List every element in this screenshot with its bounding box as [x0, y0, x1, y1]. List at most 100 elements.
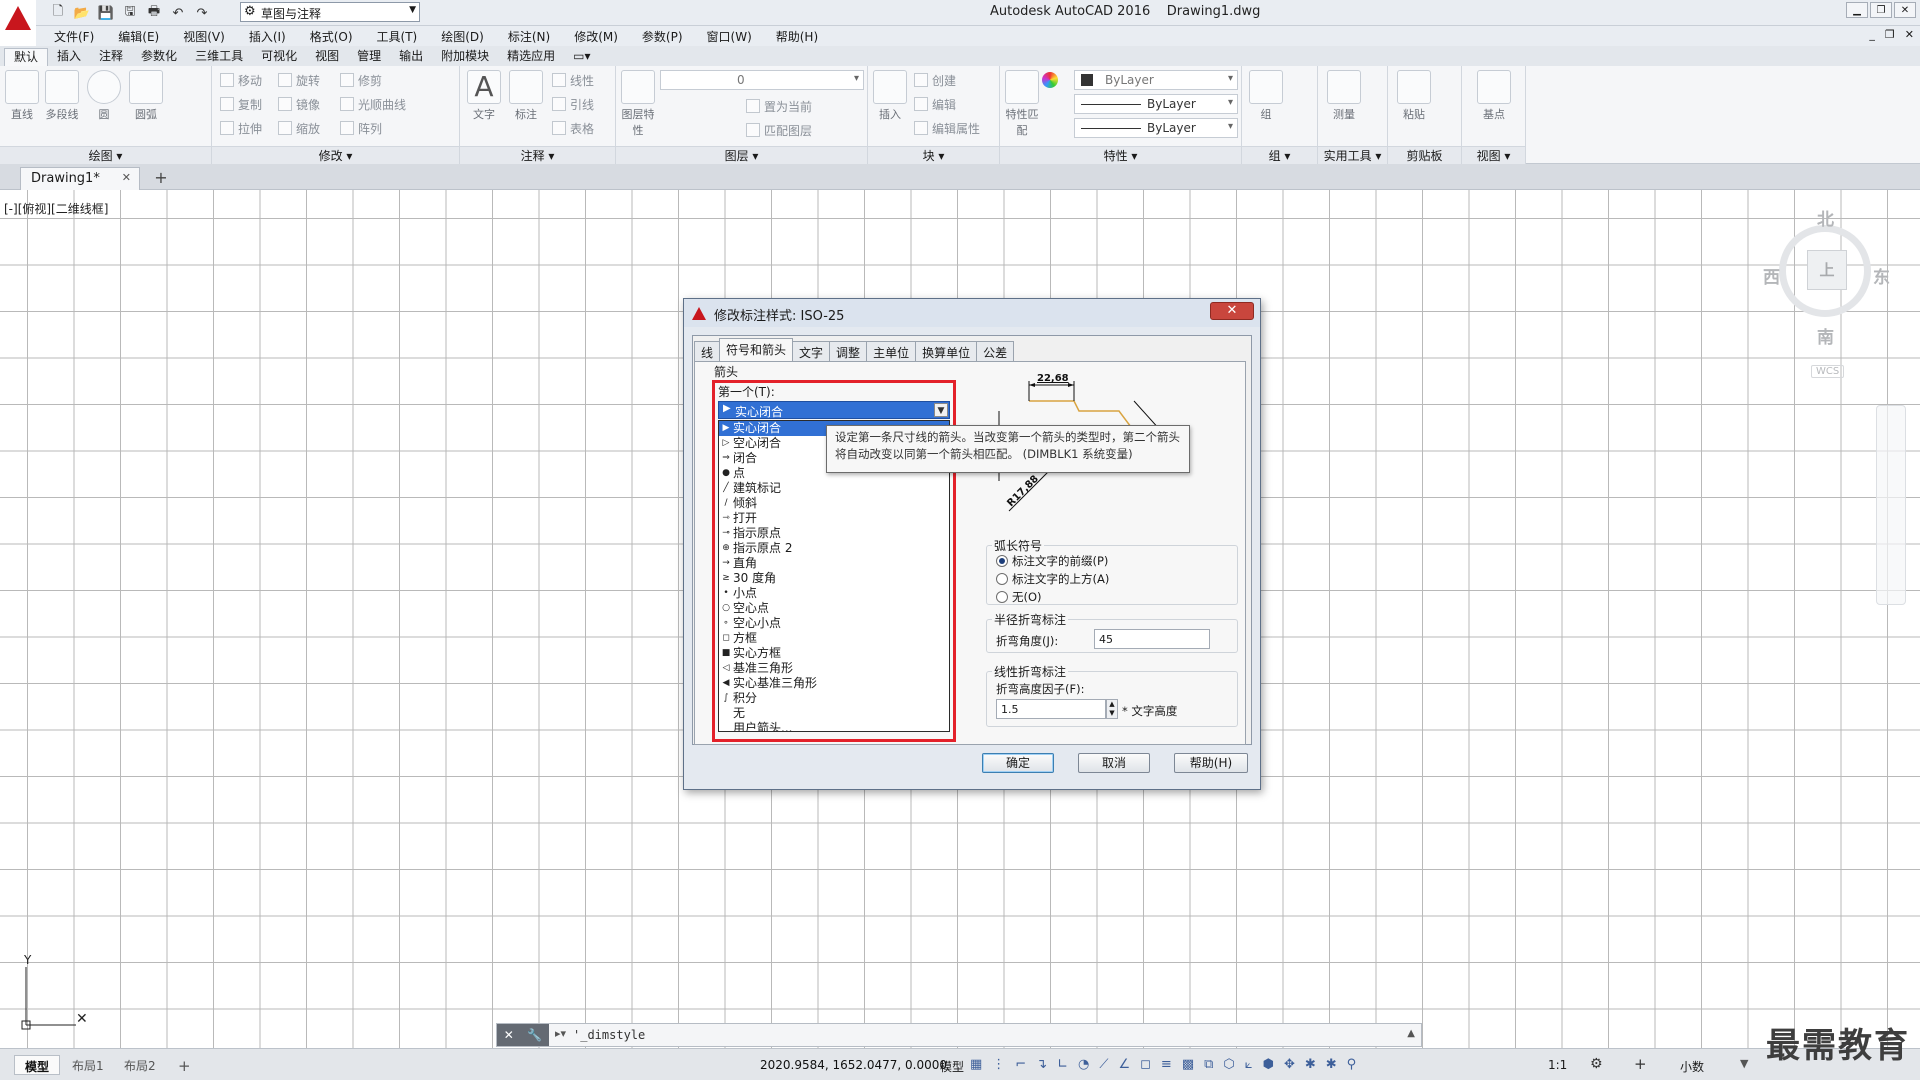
- save-icon[interactable]: 💾: [96, 3, 116, 23]
- chevron-up-icon[interactable]: ▲: [1407, 1028, 1415, 1039]
- dialog-close-button[interactable]: ✕: [1210, 302, 1254, 320]
- object-snap-tracking-icon[interactable]: ∠: [1118, 1057, 1130, 1072]
- close-icon[interactable]: ✕: [122, 171, 131, 184]
- panel-draw-title[interactable]: 绘图 ▾: [0, 146, 211, 164]
- list-item[interactable]: ◻ 方框: [719, 631, 949, 646]
- dynamic-input-icon[interactable]: ↴: [1036, 1057, 1047, 1072]
- list-item[interactable]: ○ 空心点: [719, 601, 949, 616]
- annotation-visibility-icon[interactable]: ✱: [1305, 1057, 1316, 1072]
- list-item[interactable]: ╱ 建筑标记: [719, 481, 949, 496]
- navigation-bar[interactable]: [1876, 405, 1906, 605]
- tab-tolerances[interactable]: 公差: [976, 341, 1015, 361]
- text-button[interactable]: A 文字: [464, 70, 504, 122]
- menu-file[interactable]: 文件(F): [54, 28, 94, 45]
- create-block-button[interactable]: 创建: [914, 72, 956, 89]
- list-item[interactable]: ∫ 积分: [719, 691, 949, 706]
- array-button[interactable]: 阵列: [340, 120, 382, 137]
- print-icon[interactable]: 🖶: [144, 3, 164, 23]
- infer-icon[interactable]: ⌐: [1015, 1057, 1026, 1072]
- list-item[interactable]: / 倾斜: [719, 496, 949, 511]
- table-button[interactable]: 表格: [552, 120, 594, 137]
- scale-button[interactable]: 缩放: [278, 120, 320, 137]
- mirror-button[interactable]: 镜像: [278, 96, 320, 113]
- viewcube-top-face[interactable]: 上: [1807, 250, 1847, 290]
- close-icon[interactable]: ✕: [504, 1028, 514, 1042]
- ortho-icon[interactable]: ∟: [1057, 1057, 1068, 1072]
- snap-icon[interactable]: ⋮: [992, 1057, 1005, 1072]
- viewcube[interactable]: 上 北 南 东 西 WCS: [1763, 205, 1890, 385]
- selection-filter-icon[interactable]: ⬢: [1263, 1057, 1274, 1072]
- transparency-icon[interactable]: ▩: [1182, 1057, 1194, 1072]
- linear-button[interactable]: 线性: [552, 72, 594, 89]
- color-select[interactable]: ByLayer: [1074, 70, 1238, 90]
- arc-above-radio[interactable]: 标注文字的上方(A): [996, 571, 1109, 587]
- polyline-button[interactable]: 多段线: [42, 70, 82, 122]
- list-item[interactable]: ∘ 空心小点: [719, 616, 949, 631]
- grid-icon[interactable]: ▦: [970, 1057, 982, 1072]
- ribbon-tab-default[interactable]: 默认: [4, 48, 49, 66]
- panel-groups-title[interactable]: 组 ▾: [1242, 146, 1317, 164]
- menu-parametric[interactable]: 参数(P): [642, 28, 683, 45]
- gizmo-icon[interactable]: ✥: [1284, 1057, 1295, 1072]
- ribbon-tab-annotate[interactable]: 注释: [90, 48, 132, 66]
- arc-button[interactable]: 圆弧: [126, 70, 166, 122]
- list-item[interactable]: ⇾ 打开: [719, 511, 949, 526]
- layer-properties-button[interactable]: 图层特性: [618, 70, 658, 138]
- line-button[interactable]: 直线: [2, 70, 42, 122]
- match-layer-button[interactable]: 匹配图层: [746, 122, 812, 139]
- ribbon-tab-parametric[interactable]: 参数化: [132, 48, 186, 66]
- doc-restore-icon[interactable]: ❐: [1885, 28, 1895, 41]
- polar-icon[interactable]: ◔: [1078, 1057, 1089, 1072]
- list-item[interactable]: ◀ 实心基准三角形: [719, 676, 949, 691]
- viewport-controls-label[interactable]: [-][俯视][二维线框]: [4, 200, 108, 217]
- add-layout-icon[interactable]: +: [168, 1055, 201, 1075]
- paste-button[interactable]: 粘贴: [1394, 70, 1434, 122]
- lineweight-select[interactable]: ByLayer: [1074, 118, 1238, 138]
- layout-tab-model[interactable]: 模型: [14, 1055, 61, 1075]
- rotate-button[interactable]: 旋转: [278, 72, 320, 89]
- workspace-switch-icon[interactable]: ⚙: [1590, 1056, 1603, 1072]
- leader-button[interactable]: 引线: [552, 96, 594, 113]
- list-item[interactable]: 用户箭头...: [719, 721, 949, 731]
- viewcube-west[interactable]: 西: [1763, 263, 1780, 288]
- stretch-button[interactable]: 拉伸: [220, 120, 262, 137]
- object-snap-icon[interactable]: ◻: [1140, 1057, 1151, 1072]
- new-icon[interactable]: 🗋: [48, 3, 68, 23]
- autocad-logo[interactable]: [0, 0, 36, 36]
- tab-lines[interactable]: 线: [694, 341, 721, 361]
- annotation-scale-icon[interactable]: ⚲: [1347, 1057, 1357, 1072]
- panel-utilities-title[interactable]: 实用工具 ▾: [1318, 146, 1387, 164]
- jog-height-spinner[interactable]: ▲ ▼: [1106, 699, 1118, 719]
- viewcube-east[interactable]: 东: [1873, 263, 1890, 288]
- edit-attributes-button[interactable]: 编辑属性: [914, 120, 980, 137]
- undo-icon[interactable]: ↶: [168, 3, 188, 23]
- panel-layers-title[interactable]: 图层 ▾: [616, 146, 867, 164]
- base-view-button[interactable]: 基点: [1474, 70, 1514, 122]
- list-item[interactable]: ⊸ 指示原点: [719, 526, 949, 541]
- layout-tab-2[interactable]: 布局2: [114, 1055, 166, 1075]
- arc-prefix-radio[interactable]: 标注文字的前缀(P): [996, 553, 1108, 569]
- copy-button[interactable]: 复制: [220, 96, 262, 113]
- menu-dimension[interactable]: 标注(N): [508, 28, 550, 45]
- annotation-scale[interactable]: 1:1: [1548, 1058, 1567, 1072]
- group-button[interactable]: 组: [1246, 70, 1286, 122]
- trim-button[interactable]: 修剪: [340, 72, 382, 89]
- tab-fit[interactable]: 调整: [829, 341, 868, 361]
- panel-properties-title[interactable]: 特性 ▾: [1000, 146, 1241, 164]
- workspace-select[interactable]: ⚙ 草图与注释 ▼: [240, 2, 420, 22]
- model-space-toggle[interactable]: 模型: [940, 1058, 964, 1075]
- isodraft-icon[interactable]: ⟋: [1099, 1057, 1108, 1072]
- ribbon-tab-featured-apps[interactable]: 精选应用: [498, 48, 564, 66]
- linetype-select[interactable]: ByLayer: [1074, 94, 1238, 114]
- list-item[interactable]: ■ 实心方框: [719, 646, 949, 661]
- ribbon-tab-3d-tools[interactable]: 三维工具: [186, 48, 252, 66]
- minimize-button[interactable]: ▁: [1846, 2, 1868, 18]
- cancel-button[interactable]: 取消: [1078, 753, 1150, 773]
- wrench-icon[interactable]: 🔧: [527, 1028, 542, 1042]
- menu-view[interactable]: 视图(V): [183, 28, 225, 45]
- list-item[interactable]: ≥30 度角: [719, 571, 949, 586]
- jog-angle-input[interactable]: 45: [1094, 629, 1210, 649]
- wcs-menu[interactable]: WCS: [1811, 365, 1845, 378]
- viewcube-north[interactable]: 北: [1817, 205, 1834, 230]
- help-button[interactable]: 帮助(H): [1174, 753, 1248, 773]
